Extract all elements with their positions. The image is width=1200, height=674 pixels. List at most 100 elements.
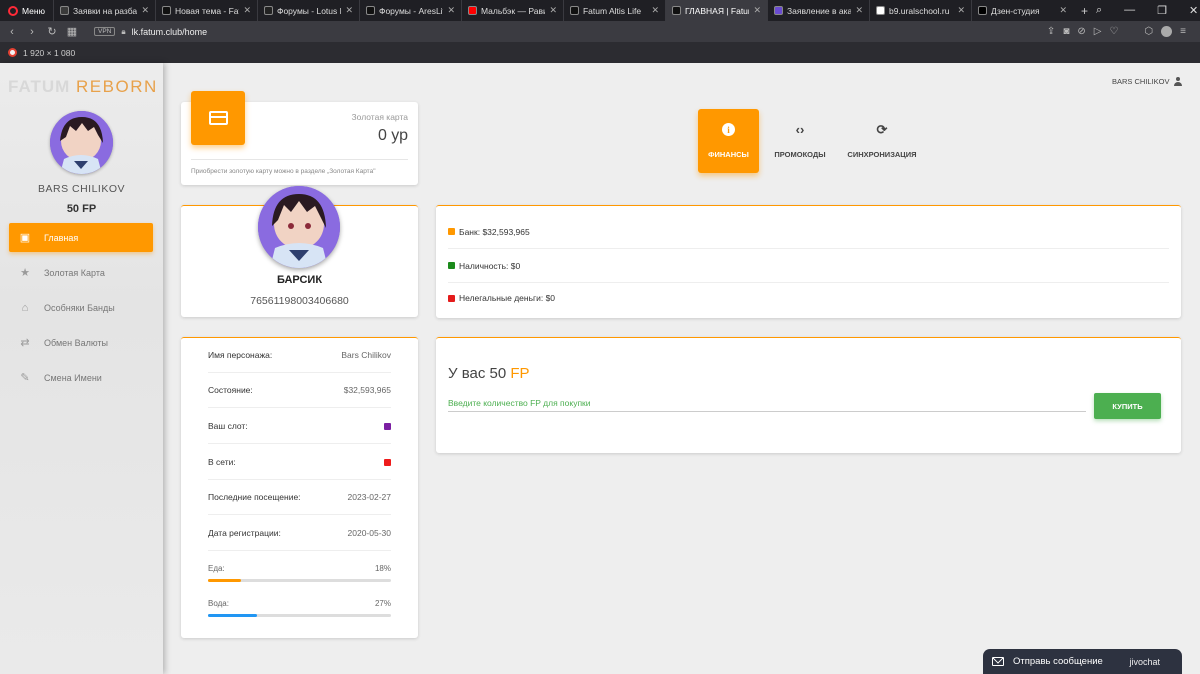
stat-value: Bars Chilikov — [341, 350, 391, 360]
reload-icon[interactable]: ↻ — [42, 25, 62, 38]
browser-tab[interactable]: Форумы - AresLife.R ✕ — [358, 0, 461, 21]
browser-tab[interactable]: Заявление в академ✕ — [766, 0, 869, 21]
tab-promocodes[interactable]: ‹› ПРОМОКОДЫ — [762, 109, 838, 173]
header-user-name: BARS CHILIKOV — [1112, 77, 1170, 86]
extensions-icon[interactable]: ⬡ — [1144, 26, 1153, 37]
contact-card-icon: ▣ — [19, 232, 31, 244]
block-icon[interactable]: ⊘ — [1077, 26, 1085, 37]
chat-widget[interactable]: Отправь сообщение jivochat — [983, 649, 1182, 674]
tab-close-icon[interactable]: ✕ — [243, 5, 251, 16]
tab-favicon-icon — [773, 6, 783, 15]
stat-row-last-visit: Последние посещение: 2023-02-27 — [208, 480, 391, 515]
tab-close-icon[interactable]: ✕ — [345, 5, 353, 16]
browser-menu-button[interactable]: Меню — [0, 0, 53, 21]
tab-sync[interactable]: ⟳ СИНХРОНИЗАЦИЯ — [841, 109, 923, 173]
profile-steam-id: 76561198003406680 — [250, 295, 349, 307]
tab-favicon-icon — [977, 6, 987, 15]
sidebar-item-3[interactable]: ⇄ Обмен Валюты — [9, 328, 153, 357]
stat-row-balance: Состояние: $32,593,965 — [208, 373, 391, 408]
tab-close-icon[interactable]: ✕ — [753, 5, 761, 16]
tab-title: Форумы - AresLife.R — [378, 5, 443, 16]
stat-value: 2020-05-30 — [347, 528, 391, 538]
stat-row-slot: Ваш слот: — [208, 409, 391, 444]
browser-tab[interactable]: Fatum Altis Life ✕ — [562, 0, 665, 21]
food-progress-fill — [208, 579, 241, 582]
sidebar-fp-balance: 50 FP — [66, 203, 97, 215]
online-status-marker — [384, 458, 391, 466]
browser-tab[interactable]: Форумы - Lotus R ✕ — [256, 0, 359, 21]
logo[interactable]: FATUM REBORN — [8, 77, 158, 97]
heart-icon[interactable]: ♡ — [1109, 26, 1118, 37]
fp-amount-input[interactable] — [448, 395, 1086, 412]
tab-close-icon[interactable]: ✕ — [957, 5, 965, 16]
stat-label: Дата регистрации: — [208, 528, 281, 538]
browser-tab[interactable]: Заявки на разбан -✕ — [52, 0, 155, 21]
header-user-menu[interactable]: BARS CHILIKOV — [1112, 77, 1182, 86]
browser-tabs: Заявки на разбан -✕Новая тема - Fatum✕Фо… — [52, 0, 1073, 21]
chat-label: Отправь сообщение — [1013, 656, 1103, 667]
pencil-icon: ✎ — [20, 372, 30, 384]
tab-favicon-icon — [263, 6, 273, 15]
stat-label: Состояние: — [208, 385, 253, 395]
restore-icon[interactable]: ❐ — [1157, 4, 1167, 17]
sidebar-item-1[interactable]: ★ Золотая Карта — [9, 258, 153, 287]
more-icon[interactable]: ≡ — [1180, 26, 1186, 37]
tab-close-icon[interactable]: ✕ — [447, 5, 455, 16]
buy-fp-title-amount: У вас 50 — [448, 365, 507, 382]
character-stats-panel: Имя персонажа: Bars Chilikov Состояние: … — [181, 337, 418, 638]
browser-menu-label: Меню — [22, 5, 45, 16]
food-value: 18% — [374, 564, 391, 573]
minimize-icon[interactable]: — — [1124, 4, 1135, 17]
tab-title: b9.uralschool.ru — [888, 5, 950, 16]
home-icon: ⌂ — [21, 301, 29, 314]
water-progress-track — [208, 614, 391, 617]
browser-tab[interactable]: Мальбэк — Рави ✕ — [460, 0, 563, 21]
money-label: Наличность: $0 — [459, 260, 521, 271]
water-label: Вода: — [208, 599, 229, 608]
browser-tab[interactable]: Дзен-студия ✕ — [970, 0, 1073, 21]
tab-close-icon[interactable]: ✕ — [651, 5, 659, 16]
buy-button[interactable]: КУПИТЬ — [1094, 393, 1161, 419]
url-field[interactable]: lk.fatum.club/home — [132, 27, 208, 37]
sidebar-item-2[interactable]: ⌂ Особняки Банды — [9, 293, 153, 322]
tab-favicon-icon — [569, 6, 579, 15]
sidebar-item-4[interactable]: ✎ Смена Имени — [9, 363, 153, 392]
stat-value: $32,593,965 — [343, 385, 391, 395]
tab-close-icon[interactable]: ✕ — [141, 5, 149, 16]
stat-label: Имя персонажа: — [208, 350, 273, 360]
resolution-bar: 1 920 × 1 080 — [0, 42, 1200, 63]
tab-close-icon[interactable]: ✕ — [549, 5, 557, 16]
tab-favicon-icon — [161, 6, 171, 15]
gold-card-panel: Золотая карта 0 ур Приобрести золотую ка… — [181, 91, 418, 185]
profile-avatar-icon[interactable] — [1161, 26, 1173, 37]
forward-icon[interactable]: › — [22, 26, 42, 38]
sync-icon: ⟳ — [876, 122, 888, 137]
share-icon[interactable]: ⇪ — [1047, 26, 1055, 37]
camera-icon[interactable]: ◙ — [1063, 26, 1069, 37]
tab-close-icon[interactable]: ✕ — [1059, 5, 1067, 16]
sidebar-item-label: Обмен Валюты — [44, 337, 109, 348]
star-icon: ★ — [20, 267, 30, 279]
tab-favicon-icon — [365, 6, 375, 15]
back-icon[interactable]: ‹ — [2, 26, 22, 38]
stat-row-online: В сети: — [208, 445, 391, 480]
browser-tab-bar: Меню Заявки на разбан -✕Новая тема - Fat… — [0, 0, 1200, 21]
search-icon[interactable]: ⌕ — [1096, 4, 1102, 17]
browser-tab[interactable]: ГЛАВНАЯ | Fatum ✕ — [664, 0, 767, 21]
tab-title: Заявки на разбан - — [72, 5, 138, 16]
close-icon[interactable]: ✕ — [1189, 4, 1198, 17]
new-tab-button[interactable]: + — [1073, 4, 1096, 18]
tab-title: Заявление в академ — [786, 5, 852, 16]
browser-tab[interactable]: b9.uralschool.ru ✕ — [868, 0, 971, 21]
sidebar-item-0[interactable]: ▣ Главная — [9, 223, 153, 252]
vpn-badge[interactable]: VPN — [94, 27, 116, 36]
browser-tab[interactable]: Новая тема - Fatum ✕ — [154, 0, 257, 21]
address-bar: ‹ › ↻ ▦ VPN 🔒︎ lk.fatum.club/home ⇪ ◙ ⊘ … — [0, 21, 1200, 42]
send-icon[interactable]: ▷ — [1094, 26, 1102, 37]
opera-logo-icon — [8, 5, 18, 16]
sidebar-item-label: Главная — [44, 232, 79, 243]
tab-finance[interactable]: i ФИНАНСЫ — [698, 109, 759, 173]
grid-icon[interactable]: ▦ — [62, 25, 82, 38]
tab-close-icon[interactable]: ✕ — [855, 5, 863, 16]
stat-row-character-name: Имя персонажа: Bars Chilikov — [208, 338, 391, 373]
